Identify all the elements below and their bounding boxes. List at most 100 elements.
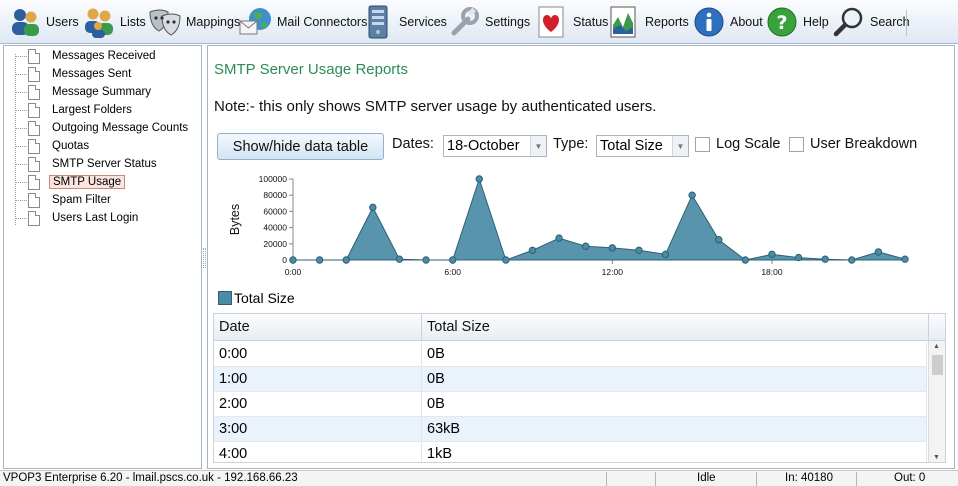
lists-button[interactable]: Lists — [82, 3, 146, 41]
reports-button[interactable]: Reports — [607, 3, 689, 41]
data-point — [608, 244, 617, 252]
mail-connectors-button[interactable]: Mail Connectors — [239, 3, 367, 41]
document-icon — [28, 192, 40, 208]
lists-icon — [82, 5, 116, 39]
y-axis-label: Bytes — [228, 204, 242, 235]
report-chart-icon — [607, 5, 641, 39]
y-tick-label: 40000 — [263, 223, 287, 233]
help-label: Help — [803, 15, 829, 29]
tree-item-spam-filter[interactable]: Spam Filter — [12, 191, 114, 209]
toggle-data-table-button[interactable]: Show/hide data table — [217, 133, 384, 160]
dates-select[interactable]: 18-October ▼ — [443, 135, 547, 157]
tree-item-quotas[interactable]: Quotas — [12, 137, 92, 155]
document-icon — [28, 66, 40, 82]
users-button[interactable]: Users — [8, 3, 79, 41]
data-point — [874, 248, 883, 256]
y-tick-label: 60000 — [263, 206, 287, 216]
report-panel: SMTP Server Usage Reports Note:- this on… — [207, 45, 955, 469]
user-breakdown-label: User Breakdown — [810, 136, 918, 152]
settings-label: Settings — [485, 15, 531, 29]
document-icon — [28, 84, 40, 100]
document-icon — [28, 174, 40, 190]
users-icon — [8, 5, 42, 39]
tree-item-outgoing-message-counts[interactable]: Outgoing Message Counts — [12, 119, 191, 137]
data-point — [635, 246, 643, 254]
table-scrollbar[interactable]: ▲ ▼ — [928, 341, 945, 462]
users-label: Users — [46, 15, 79, 29]
table-cell-total-size: 0B — [422, 342, 927, 366]
data-point — [395, 255, 404, 263]
settings-button[interactable]: Settings — [447, 3, 530, 41]
help-icon: ? — [765, 5, 799, 39]
table-row[interactable]: 0:00 0B — [214, 342, 927, 367]
type-value: Total Size — [600, 138, 663, 154]
data-point — [768, 250, 776, 259]
svg-text:?: ? — [776, 12, 787, 34]
services-button[interactable]: Services — [361, 3, 447, 41]
reports-label: Reports — [645, 15, 689, 29]
scroll-up-icon[interactable]: ▲ — [933, 343, 940, 350]
tree-item-label: Messages Received — [52, 50, 156, 62]
tree-item-smtp-usage[interactable]: SMTP Usage — [12, 173, 126, 191]
type-select[interactable]: Total Size ▼ — [596, 135, 689, 157]
table-row[interactable]: 3:00 63kB — [214, 417, 927, 442]
status-button[interactable]: Status — [535, 3, 608, 41]
mappings-button[interactable]: Mappings — [148, 3, 240, 41]
table-row[interactable]: 2:00 0B — [214, 392, 927, 417]
help-button[interactable]: ? Help — [765, 3, 829, 41]
x-tick-label: 0:00 — [285, 267, 302, 277]
status-state: Idle — [697, 472, 716, 484]
server-icon — [361, 5, 395, 39]
chevron-down-icon: ▼ — [672, 136, 688, 156]
wrench-icon — [447, 5, 481, 39]
type-label: Type: — [553, 136, 589, 152]
scroll-down-icon[interactable]: ▼ — [933, 454, 940, 461]
y-tick-label: 20000 — [263, 239, 287, 249]
dates-value: 18-October — [447, 138, 520, 154]
user-breakdown-checkbox[interactable] — [789, 137, 804, 152]
column-header-total-size[interactable]: Total Size — [422, 314, 929, 341]
tree-item-messages-received[interactable]: Messages Received — [12, 47, 159, 65]
data-point — [688, 191, 696, 199]
table-row[interactable]: 1:00 0B — [214, 367, 927, 392]
usage-chart: 0 20000 40000 60000 80000 100000 Bytes 0:00 6:00… — [228, 174, 909, 277]
legend-swatch — [218, 291, 232, 305]
y-tick-label: 80000 — [263, 190, 287, 200]
panel-splitter[interactable] — [203, 248, 206, 268]
scrollbar-thumb[interactable] — [932, 355, 943, 375]
log-scale-checkbox[interactable] — [695, 137, 710, 152]
tree-item-smtp-server-status[interactable]: SMTP Server Status — [12, 155, 160, 173]
status-divider — [756, 472, 757, 486]
document-icon — [28, 120, 40, 136]
legend-label: Total Size — [234, 290, 295, 306]
tree-item-users-last-login[interactable]: Users Last Login — [12, 209, 141, 227]
chevron-down-icon: ▼ — [530, 136, 546, 156]
dates-label: Dates: — [392, 136, 434, 152]
table-cell-date: 3:00 — [214, 417, 422, 441]
report-note: Note:- this only shows SMTP server usage… — [214, 98, 657, 115]
about-button[interactable]: About — [692, 3, 763, 41]
table-header-corner — [928, 314, 945, 341]
column-header-date[interactable]: Date — [214, 314, 422, 341]
table-cell-date: 1:00 — [214, 367, 422, 391]
tree-item-message-summary[interactable]: Message Summary — [12, 83, 154, 101]
table-cell-date: 2:00 — [214, 392, 422, 416]
status-bar: VPOP3 Enterprise 6.20 - lmail.pscs.co.uk… — [0, 470, 958, 486]
status-label: Status — [573, 15, 609, 29]
data-table: Date Total Size 0:00 0B 1:00 0B 2:00 0B … — [213, 313, 946, 463]
status-divider — [606, 472, 607, 486]
table-row[interactable]: 4:00 1kB — [214, 442, 927, 462]
tree-item-largest-folders[interactable]: Largest Folders — [12, 101, 135, 119]
x-tick-label: 12:00 — [602, 267, 624, 277]
report-tree: Messages Received Messages Sent Message … — [3, 45, 202, 469]
document-icon — [28, 102, 40, 118]
tree-item-messages-sent[interactable]: Messages Sent — [12, 65, 134, 83]
data-point — [289, 256, 297, 264]
data-point — [794, 253, 803, 262]
search-button[interactable]: Search — [832, 3, 910, 41]
lists-label: Lists — [120, 15, 146, 29]
mappings-label: Mappings — [186, 15, 241, 29]
tree-item-label: Messages Sent — [52, 68, 132, 80]
log-scale-label: Log Scale — [716, 136, 781, 152]
main-toolbar: Users Lists Mappings Mail Connectors Ser… — [0, 0, 958, 44]
